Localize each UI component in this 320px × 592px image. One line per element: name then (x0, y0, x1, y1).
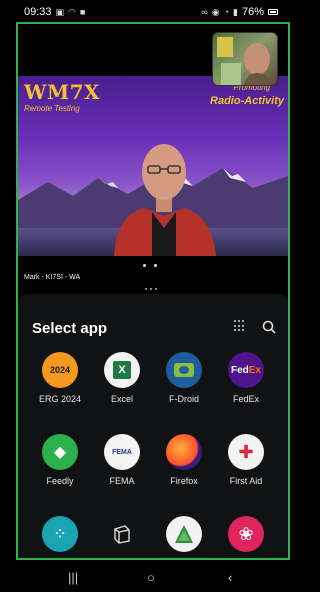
first-aid-icon: ✚ (228, 434, 264, 470)
cast-notification-icon: ◠ (68, 6, 76, 17)
back-button[interactable]: ‹ (228, 570, 232, 585)
battery-level: 76% (241, 6, 264, 18)
app-fdroid[interactable]: F-Droid (154, 352, 214, 404)
video-notification-icon: ■ (79, 7, 86, 17)
status-left: 09:33 ▣ ◠ ■ (24, 6, 85, 18)
navigation-bar: ||| ○ ‹ (0, 562, 290, 592)
panel-title: Select app (32, 320, 108, 337)
cube-app-icon (104, 516, 140, 552)
app-label: Excel (110, 394, 133, 404)
erg-2024-icon: 2024 (42, 352, 78, 388)
picture-in-picture-thumbnail[interactable] (212, 32, 278, 86)
app-label: Firefox (170, 476, 198, 486)
brand-title: WM7X (24, 80, 101, 104)
status-time: 09:33 (24, 6, 52, 18)
app-label: FEMA (109, 476, 135, 486)
app-excel[interactable]: X Excel (92, 352, 152, 404)
search-icon[interactable] (262, 320, 276, 334)
gallery-notification-icon: ▣ (55, 6, 65, 17)
app-label: F-Droid (168, 394, 199, 404)
app-trees[interactable] (154, 516, 214, 552)
recent-apps-button[interactable]: ||| (68, 570, 78, 585)
app-picker-panel: Select app 2024 ERG 2024 X Excel F-Droid… (18, 294, 288, 558)
caller-name-label: Mark - KI7SI - WA (24, 274, 81, 281)
app-label: ERG 2024 (38, 394, 82, 404)
app-flower[interactable]: ❀ (216, 516, 276, 552)
fema-icon: FEMA (104, 434, 140, 470)
grid-view-icon[interactable] (234, 320, 246, 332)
firefox-icon (166, 434, 202, 470)
app-cube[interactable] (92, 516, 152, 552)
split-divider-handle[interactable] (145, 288, 157, 290)
link-icon: ∞ (201, 7, 208, 17)
app-fedex[interactable]: Fed Ex FedEx (216, 352, 276, 404)
brand-subtitle: Remote Testing (24, 104, 80, 113)
app-fema[interactable]: FEMA FEMA (92, 434, 152, 486)
status-bar: 09:33 ▣ ◠ ■ ∞ ◉ ◔ ▮ 76% (0, 0, 290, 24)
pip-person-image (217, 37, 273, 85)
app-erg-2024[interactable]: 2024 ERG 2024 (30, 352, 90, 404)
battery-icon (268, 9, 278, 15)
app-firefox[interactable]: Firefox (154, 434, 214, 486)
app-label: Feedly (46, 476, 74, 486)
wifi-icon: ◔ (223, 7, 230, 17)
app-fitbit[interactable]: ⁘ (30, 516, 90, 552)
presenter-image (114, 144, 216, 256)
fdroid-icon (166, 352, 202, 388)
trees-app-icon (166, 516, 202, 552)
fitbit-icon: ⁘ (42, 516, 78, 552)
app-label: FedEx (232, 394, 259, 404)
status-right: ∞ ◉ ◔ ▮ 76% (201, 6, 278, 18)
alarm-icon: ◉ (211, 6, 220, 17)
fedex-icon: Fed Ex (228, 352, 264, 388)
signal-icon: ▮ (233, 6, 238, 17)
app-label: First Aid (229, 476, 263, 486)
app-feedly[interactable]: ◆ Feedly (30, 434, 90, 486)
video-call-panel[interactable]: WM7X Remote Testing Promoting Radio-Acti… (18, 24, 288, 286)
app-first-aid[interactable]: ✚ First Aid (216, 434, 276, 486)
page-indicator (143, 264, 157, 267)
promo-line-2: Radio-Activity (210, 95, 284, 107)
flower-app-icon: ❀ (228, 516, 264, 552)
excel-icon: X (104, 352, 140, 388)
feedly-icon: ◆ (42, 434, 78, 470)
home-button[interactable]: ○ (147, 570, 155, 585)
